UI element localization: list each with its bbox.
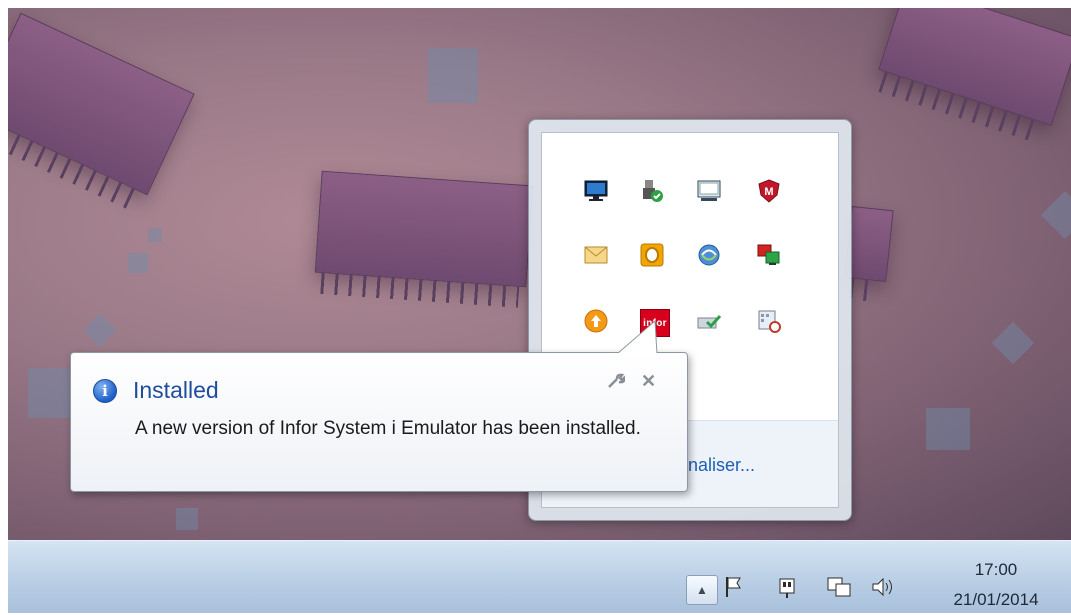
monitor-icon[interactable] — [584, 179, 608, 203]
wallpaper-chip — [878, 8, 1071, 126]
clock-date: 21/01/2014 — [953, 590, 1039, 609]
wallpaper-chip — [8, 12, 195, 196]
wallpaper-square — [926, 408, 970, 450]
mail-icon[interactable] — [584, 243, 608, 267]
balloon-title: Installed — [133, 377, 219, 403]
calendar-icon[interactable] — [757, 309, 781, 333]
network-icon[interactable] — [757, 243, 781, 267]
network-status-icon[interactable] — [826, 575, 852, 605]
wrench-icon[interactable] — [607, 373, 626, 394]
wallpaper-square — [176, 508, 198, 530]
clock-time: 17:00 — [974, 560, 1018, 579]
action-center-flag-icon[interactable] — [724, 575, 746, 605]
volume-icon[interactable] — [870, 575, 896, 605]
wallpaper-square — [428, 48, 478, 103]
check-device-icon[interactable] — [697, 309, 721, 333]
power-plug-icon[interactable] — [776, 575, 800, 605]
globe-sync-icon[interactable] — [697, 243, 721, 267]
balloon-pointer — [615, 319, 660, 355]
wallpaper-square — [148, 228, 162, 242]
wallpaper-square — [991, 321, 1035, 365]
wallpaper-chip — [314, 170, 534, 288]
wallpaper-square — [1040, 190, 1071, 240]
triangle-up-icon: ▲ — [696, 583, 708, 597]
wallpaper-square — [128, 253, 148, 273]
mcafee-icon[interactable]: M — [757, 179, 781, 203]
show-hidden-icons-button[interactable]: ▲ — [686, 575, 718, 605]
wallpaper-square — [83, 313, 117, 347]
balloon-message: A new version of Infor System i Emulator… — [135, 418, 641, 439]
taskbar: ▲ 17:00 21/01/2014 — [8, 540, 1071, 613]
customize-link[interactable]: naliser... — [688, 455, 755, 476]
info-icon: i — [93, 379, 117, 403]
upload-icon[interactable] — [584, 309, 608, 333]
usb-safely-remove-icon[interactable] — [640, 179, 664, 203]
svg-text:M: M — [764, 186, 773, 198]
close-icon[interactable]: ✕ — [641, 371, 656, 392]
outlook-icon[interactable] — [640, 243, 664, 267]
notification-balloon[interactable]: i Installed ✕ A new version of Infor Sys… — [70, 319, 688, 492]
taskbar-clock[interactable]: 17:00 21/01/2014 — [940, 555, 1052, 615]
display-icon[interactable] — [697, 179, 721, 203]
